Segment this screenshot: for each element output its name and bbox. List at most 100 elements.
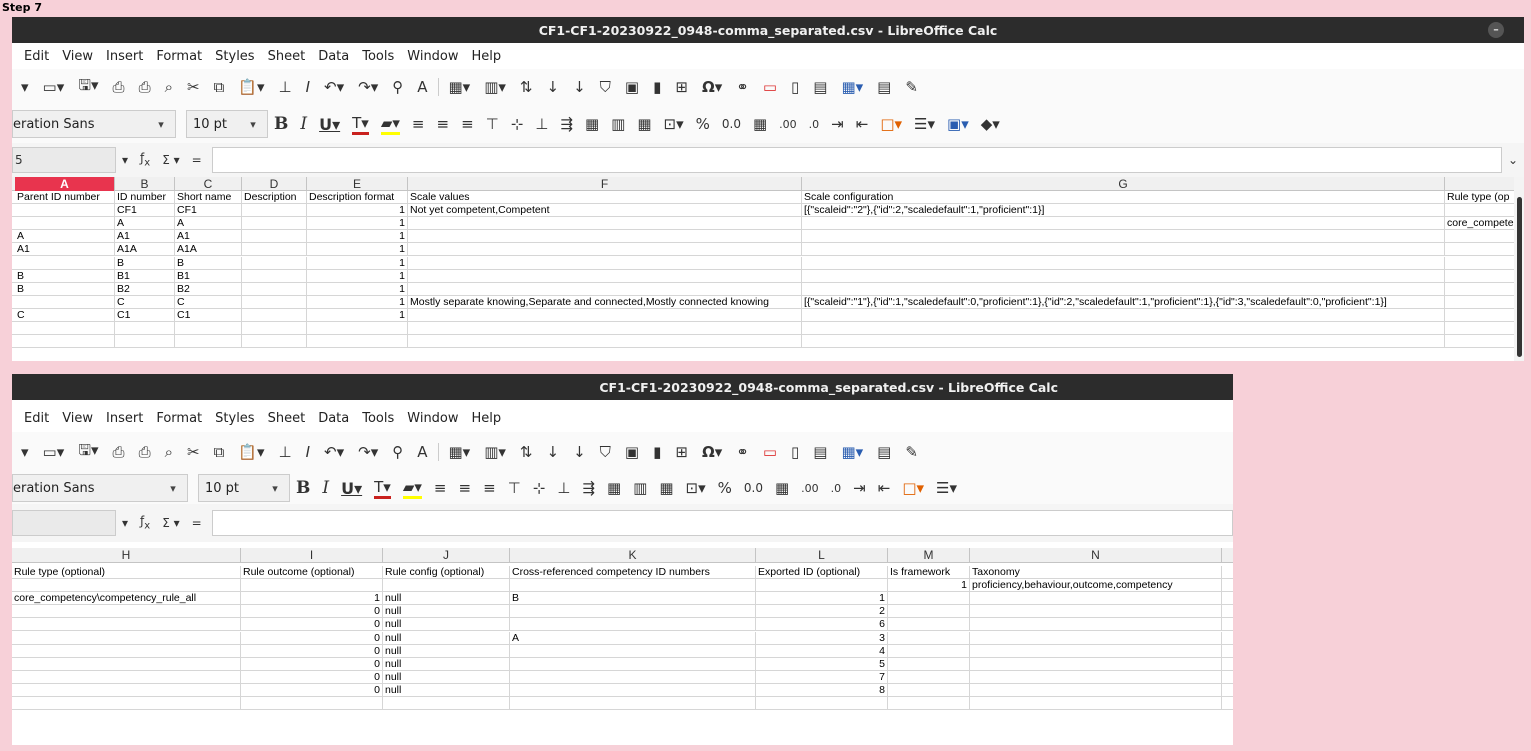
- table-cell[interactable]: [15, 204, 115, 218]
- table-cell[interactable]: [12, 683, 241, 697]
- table-cell[interactable]: [510, 618, 756, 632]
- table-cell[interactable]: [115, 335, 175, 349]
- highlight-color-icon[interactable]: ▰▾: [380, 114, 400, 135]
- export-pdf-icon[interactable]: ⎙: [113, 78, 125, 96]
- table-cell[interactable]: [1222, 618, 1233, 631]
- table-cell[interactable]: [1222, 658, 1233, 671]
- column-header[interactable]: H: [12, 548, 241, 562]
- table-cell[interactable]: Rule config (optional): [383, 566, 510, 580]
- table-cell[interactable]: [15, 295, 115, 309]
- table-cell[interactable]: [241, 579, 383, 593]
- table-cell[interactable]: [{"scaleid":"1"},{"id":1,"scaledefault":…: [802, 295, 1445, 309]
- center-vertically-icon[interactable]: ⊹: [511, 115, 524, 133]
- table-cell[interactable]: 1: [307, 230, 408, 244]
- underline-icon[interactable]: U▾: [341, 479, 362, 498]
- delete-decimal-icon[interactable]: .0: [831, 482, 842, 495]
- delete-decimal-icon[interactable]: .0: [809, 118, 820, 131]
- table-cell[interactable]: [888, 697, 970, 711]
- align-bottom-icon[interactable]: ⊥: [557, 479, 570, 497]
- table-cell[interactable]: CF1: [115, 204, 175, 218]
- split-window-icon[interactable]: ▤: [877, 78, 891, 96]
- table-cell[interactable]: C1: [175, 308, 242, 322]
- insert-chart-icon[interactable]: ▮: [653, 78, 661, 96]
- menu-item[interactable]: Sheet: [268, 411, 306, 426]
- table-cell[interactable]: 0: [241, 631, 383, 645]
- table-cell[interactable]: [1222, 605, 1233, 618]
- merge-center-icon[interactable]: ▦: [607, 479, 621, 497]
- table-cell[interactable]: [802, 322, 1445, 336]
- export-pdf-icon[interactable]: ⎙: [113, 443, 125, 461]
- table-cell[interactable]: Short name: [175, 191, 242, 205]
- column-header[interactable]: B: [115, 177, 175, 191]
- table-cell[interactable]: [242, 322, 307, 336]
- border-color-icon[interactable]: ▣▾: [947, 115, 969, 133]
- open-icon[interactable]: ▭▾: [43, 78, 65, 96]
- formula-icon[interactable]: =: [192, 153, 202, 167]
- sort-ascending-icon[interactable]: ↓: [546, 443, 559, 461]
- new-dropdown-icon[interactable]: ▾: [21, 443, 29, 461]
- table-cell[interactable]: B2: [175, 282, 242, 296]
- chevron-down-icon[interactable]: ▾: [261, 474, 289, 502]
- function-wizard-icon[interactable]: ƒx: [140, 151, 150, 168]
- currency-icon[interactable]: ⊡▾: [686, 479, 706, 497]
- bold-icon[interactable]: B: [296, 478, 310, 498]
- table-cell[interactable]: [970, 697, 1222, 711]
- table-cell[interactable]: [12, 670, 241, 684]
- headers-footers-icon[interactable]: ▯: [791, 78, 799, 96]
- clear-format-icon[interactable]: I: [306, 78, 310, 96]
- conditional-icon[interactable]: ◆▾: [981, 115, 1000, 133]
- sort-icon[interactable]: ⇅: [520, 78, 533, 96]
- spelling-icon[interactable]: A: [417, 78, 427, 96]
- font-color-icon[interactable]: T▾: [352, 114, 369, 135]
- table-cell[interactable]: [242, 204, 307, 218]
- table-cell[interactable]: [242, 308, 307, 322]
- find-replace-icon[interactable]: ⚲: [392, 443, 403, 461]
- pivot-table-icon[interactable]: ⊞: [675, 78, 688, 96]
- sum-icon[interactable]: Σ ▾: [162, 516, 179, 530]
- column-header[interactable]: A: [15, 177, 115, 191]
- table-cell[interactable]: CF1: [175, 204, 242, 218]
- autofilter-icon[interactable]: ⛉: [600, 78, 611, 96]
- increase-indent-icon[interactable]: ⇥: [853, 479, 866, 497]
- table-cell[interactable]: [970, 592, 1222, 606]
- percent-icon[interactable]: %: [718, 479, 732, 497]
- table-cell[interactable]: [970, 670, 1222, 684]
- table-cell[interactable]: null: [383, 631, 510, 645]
- column-icon[interactable]: ▥▾: [484, 78, 506, 96]
- table-cell[interactable]: [888, 618, 970, 632]
- draw-functions-icon[interactable]: ✎: [905, 443, 918, 461]
- clone-format-icon[interactable]: ⊥: [279, 443, 292, 461]
- sort-icon[interactable]: ⇅: [520, 443, 533, 461]
- table-cell[interactable]: [888, 670, 970, 684]
- number-format-icon[interactable]: 0.0: [744, 481, 763, 495]
- table-cell[interactable]: [383, 579, 510, 593]
- align-left-icon[interactable]: ≡: [412, 115, 425, 133]
- menu-item[interactable]: Format: [156, 49, 202, 64]
- table-cell[interactable]: A: [175, 217, 242, 231]
- comment-icon[interactable]: ▭: [763, 443, 777, 461]
- wrap-text-icon[interactable]: ⇶: [560, 115, 573, 133]
- find-replace-icon[interactable]: ⚲: [392, 78, 403, 96]
- chevron-down-icon[interactable]: ▾: [159, 474, 187, 502]
- menu-item[interactable]: Edit: [24, 49, 49, 64]
- border-style-icon[interactable]: ☰▾: [914, 115, 935, 133]
- table-cell[interactable]: [1222, 671, 1233, 684]
- table-cell[interactable]: [15, 256, 115, 270]
- borders-icon[interactable]: □▾: [880, 115, 902, 133]
- undo-icon[interactable]: ↶▾: [324, 443, 344, 461]
- table-cell[interactable]: [1445, 204, 1515, 218]
- menu-item[interactable]: Window: [407, 49, 458, 64]
- table-cell[interactable]: Mostly separate knowing,Separate and con…: [408, 295, 802, 309]
- table-cell[interactable]: C: [15, 308, 115, 322]
- table-cell[interactable]: [802, 243, 1445, 257]
- table-cell[interactable]: 1: [307, 243, 408, 257]
- table-cell[interactable]: B: [510, 592, 756, 606]
- increase-indent-icon[interactable]: ⇥: [831, 115, 844, 133]
- date-format-icon[interactable]: ▦: [775, 479, 789, 497]
- table-cell[interactable]: [802, 269, 1445, 283]
- cut-icon[interactable]: ✂: [187, 78, 200, 96]
- column-header[interactable]: I: [241, 548, 383, 562]
- table-cell[interactable]: [15, 335, 115, 349]
- table-cell[interactable]: [1222, 645, 1233, 658]
- column-header[interactable]: L: [756, 548, 888, 562]
